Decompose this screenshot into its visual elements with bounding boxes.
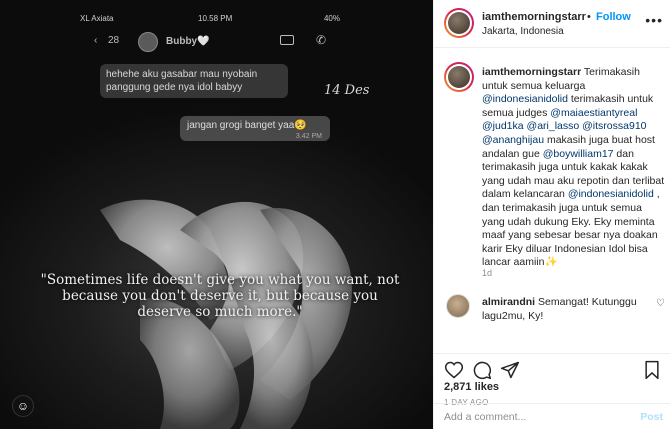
back-arrow-icon: ‹ xyxy=(94,35,98,46)
follow-button[interactable]: Follow xyxy=(596,11,631,23)
contact-avatar xyxy=(138,32,158,52)
bookmark-icon[interactable] xyxy=(643,360,661,380)
quote-overlay: "Sometimes life doesn't give you what yo… xyxy=(40,272,400,320)
tagged-user-icon[interactable]: ☺ xyxy=(12,395,34,417)
post-location[interactable]: Jakarta, Indonesia xyxy=(482,26,564,37)
heart-icon[interactable] xyxy=(444,360,464,380)
caption-age: 1d xyxy=(482,268,493,278)
mention-link[interactable]: @itsrossa910 xyxy=(582,120,646,132)
mention-link[interactable]: @indonesianidolid xyxy=(568,188,654,200)
carrier-label: XL Axiata xyxy=(80,14,114,23)
chat-message-incoming: hehehe aku gasabar mau nyobain panggung … xyxy=(100,64,288,98)
phone-call-icon: ✆ xyxy=(316,33,327,47)
unread-count: 28 xyxy=(108,35,120,46)
date-annotation: 14 Des xyxy=(324,83,370,98)
caption-author-username[interactable]: iamthemorningstarr xyxy=(482,66,581,78)
caption-author-avatar[interactable] xyxy=(444,62,474,92)
chat-message-outgoing: jangan grogi banget yaa🥺 3.42 PM xyxy=(180,116,330,141)
post-image[interactable]: XL Axiata 10.58 PM 40% ‹ 28 Bubby🤍 ✆ heh… xyxy=(0,0,433,429)
commenter-avatar[interactable] xyxy=(446,294,470,318)
mention-link[interactable]: @boywilliam17 xyxy=(543,148,614,160)
share-icon[interactable] xyxy=(500,360,520,380)
action-bar xyxy=(434,353,670,383)
mention-link[interactable]: @ari_lasso xyxy=(527,120,580,132)
post-sidebar: iamthemorningstarr • Follow Jakarta, Ind… xyxy=(433,0,670,429)
outgoing-message-text: jangan grogi banget yaa🥺 xyxy=(187,120,307,131)
battery-level: 40% xyxy=(323,14,340,23)
post-header: iamthemorningstarr • Follow Jakarta, Ind… xyxy=(434,0,670,48)
author-username[interactable]: iamthemorningstarr xyxy=(482,11,586,23)
phone-status-bar: XL Axiata 10.58 PM 40% xyxy=(80,14,340,26)
more-options-icon[interactable]: ••• xyxy=(645,12,663,28)
message-timestamp: 3.42 PM xyxy=(295,133,322,140)
contact-name: Bubby🤍 xyxy=(166,36,210,47)
video-call-icon xyxy=(280,35,294,45)
separator-dot: • xyxy=(587,11,591,23)
mention-link[interactable]: @indonesianidolid xyxy=(482,93,568,105)
caption-text: iamthemorningstarr Terimakasih untuk sem… xyxy=(482,66,666,270)
comment-like-heart-icon[interactable]: ♡ xyxy=(656,298,665,309)
mention-link[interactable]: @maiaestiantyreal xyxy=(550,107,637,119)
phone-clock: 10.58 PM xyxy=(198,14,233,23)
mention-link[interactable]: @jud1ka xyxy=(482,120,524,132)
add-comment-bar: Post xyxy=(434,403,670,429)
comment-input[interactable] xyxy=(444,408,614,426)
author-avatar[interactable] xyxy=(444,8,474,38)
chat-header: ‹ 28 Bubby🤍 ✆ xyxy=(94,32,344,54)
post-comment-button[interactable]: Post xyxy=(640,411,663,423)
commenter-username[interactable]: almirandni xyxy=(482,296,535,308)
comment-icon[interactable] xyxy=(472,360,492,380)
comment-text: almirandni Semangat! Kutunggu lagu2mu, K… xyxy=(482,295,642,323)
likes-count[interactable]: 2,871 likes xyxy=(444,381,499,393)
mention-link[interactable]: @ananghijau xyxy=(482,134,544,146)
